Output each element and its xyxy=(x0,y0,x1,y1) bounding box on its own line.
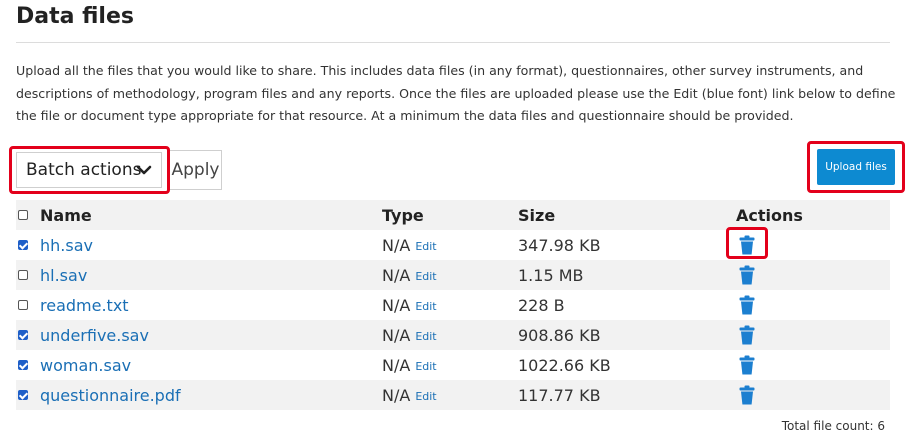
table-row: woman.sav N/A Edit 1022.66 KB xyxy=(16,350,890,380)
column-header-actions: Actions xyxy=(736,205,803,225)
trash-icon[interactable] xyxy=(739,265,755,285)
trash-icon[interactable] xyxy=(739,325,755,345)
column-header-type[interactable]: Type xyxy=(382,200,424,230)
table-row: readme.txt N/A Edit 228 B xyxy=(16,290,890,320)
page-title: Data files xyxy=(16,4,134,29)
file-type: N/A xyxy=(382,355,411,375)
column-header-name[interactable]: Name xyxy=(40,200,92,230)
chevron-down-icon xyxy=(136,165,152,175)
table-row: underfive.sav N/A Edit 908.86 KB xyxy=(16,320,890,350)
total-file-count: Total file count: 6 xyxy=(781,419,885,433)
edit-type-link[interactable]: Edit xyxy=(415,330,436,343)
trash-icon[interactable] xyxy=(739,235,755,255)
file-type: N/A xyxy=(382,295,411,315)
edit-type-link[interactable]: Edit xyxy=(415,270,436,283)
table-row: questionnaire.pdf N/A Edit 117.77 KB xyxy=(16,380,890,410)
file-size: 228 B xyxy=(518,295,565,315)
select-all-checkbox[interactable] xyxy=(18,210,28,220)
files-table: Name Type Size Actions hh.sav N/A Edit 347.… xyxy=(16,200,890,410)
file-name-link[interactable]: underfive.sav xyxy=(40,320,149,350)
file-type: N/A xyxy=(382,385,411,405)
table-row: hl.sav N/A Edit 1.15 MB xyxy=(16,260,890,290)
row-checkbox[interactable] xyxy=(18,300,28,310)
edit-type-link[interactable]: Edit xyxy=(415,240,436,253)
title-divider xyxy=(16,42,890,43)
apply-button[interactable]: Apply xyxy=(170,150,222,190)
file-name-link[interactable]: readme.txt xyxy=(40,290,129,320)
file-size: 1022.66 KB xyxy=(518,355,611,375)
file-name-link[interactable]: woman.sav xyxy=(40,350,131,380)
file-type: N/A xyxy=(382,235,411,255)
column-header-size[interactable]: Size xyxy=(518,200,555,230)
file-size: 1.15 MB xyxy=(518,265,584,285)
file-name-link[interactable]: questionnaire.pdf xyxy=(40,380,181,410)
file-name-link[interactable]: hl.sav xyxy=(40,260,87,290)
page-description: Upload all the files that you would like… xyxy=(16,63,896,123)
edit-type-link[interactable]: Edit xyxy=(415,300,436,313)
edit-type-link[interactable]: Edit xyxy=(415,360,436,373)
file-size: 117.77 KB xyxy=(518,385,601,405)
file-size: 908.86 KB xyxy=(518,325,601,345)
row-checkbox[interactable] xyxy=(18,390,28,400)
trash-icon[interactable] xyxy=(739,385,755,405)
file-size: 347.98 KB xyxy=(518,235,601,255)
row-checkbox[interactable] xyxy=(18,240,28,250)
trash-icon[interactable] xyxy=(739,355,755,375)
table-header-row: Name Type Size Actions xyxy=(16,200,890,230)
file-name-link[interactable]: hh.sav xyxy=(40,230,93,260)
table-row: hh.sav N/A Edit 347.98 KB xyxy=(16,227,890,260)
upload-files-button[interactable]: Upload files xyxy=(817,149,895,185)
row-checkbox[interactable] xyxy=(18,330,28,340)
row-checkbox[interactable] xyxy=(18,270,28,280)
batch-actions-select[interactable]: Batch actions xyxy=(16,152,162,188)
batch-actions-label: Batch actions xyxy=(26,160,142,180)
row-checkbox[interactable] xyxy=(18,360,28,370)
file-type: N/A xyxy=(382,265,411,285)
file-type: N/A xyxy=(382,325,411,345)
trash-icon[interactable] xyxy=(739,295,755,315)
edit-type-link[interactable]: Edit xyxy=(415,390,436,403)
